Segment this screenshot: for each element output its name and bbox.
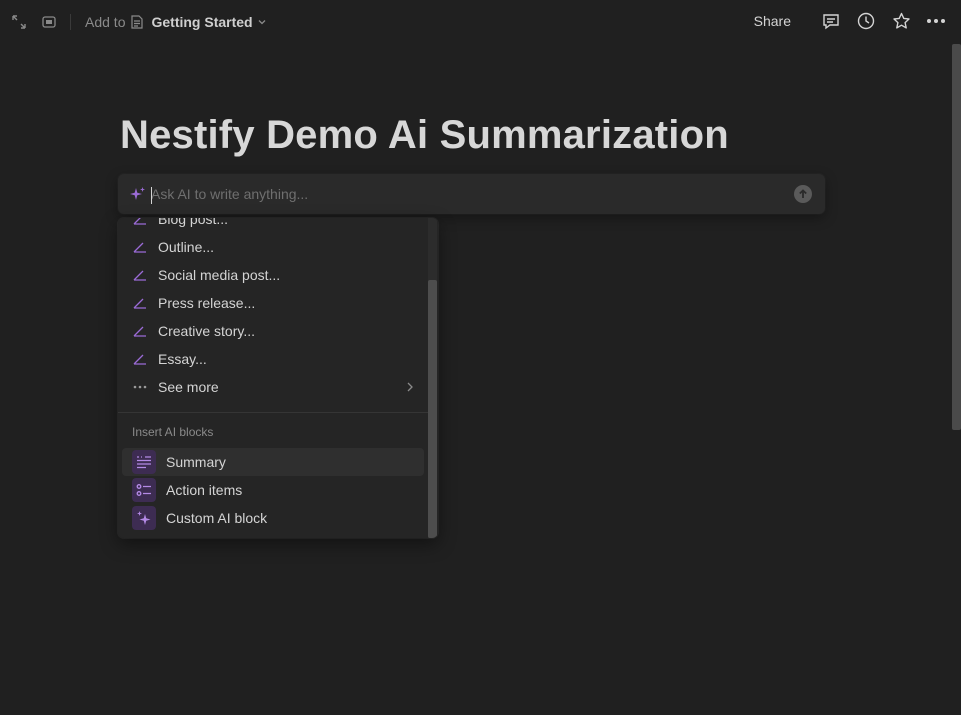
menu-item-label: Creative story... [158,323,255,339]
more-options-icon[interactable] [925,10,947,32]
breadcrumb-page[interactable]: Getting Started [151,14,252,30]
menu-item-label: Social media post... [158,267,281,283]
menu-scrollbar-thumb[interactable] [428,280,437,538]
section-heading-insert-ai-blocks: Insert AI blocks [132,425,214,439]
sparkle-icon [132,506,156,530]
menu-item-action-items[interactable]: Action items [122,476,424,504]
menu-item-label: Essay... [158,351,207,367]
menu-divider [118,412,428,413]
expand-icon[interactable] [8,11,30,33]
send-arrow-icon[interactable] [794,185,812,203]
topbar-left: Add to Getting Started [8,11,267,33]
ai-prompt-bar [118,174,825,214]
comment-icon[interactable] [820,10,842,32]
checklist-icon [132,478,156,502]
menu-item-custom-ai-block[interactable]: Custom AI block [122,504,424,532]
share-button[interactable]: Share [754,13,791,29]
menu-item-label: Summary [166,454,226,470]
ai-suggestions-menu: Blog post... Outline... Social media pos… [118,218,438,538]
chevron-right-icon [406,380,414,396]
menu-item-label: See more [158,379,219,395]
ai-prompt-input[interactable] [151,184,771,204]
ai-sparkle-icon [130,186,146,202]
topbar-divider [70,14,71,30]
star-icon[interactable] [890,10,912,32]
page-icon [131,14,145,30]
menu-item-label: Custom AI block [166,510,268,526]
ellipsis-icon [131,378,149,396]
summary-icon [132,450,156,474]
text-cursor [151,187,152,204]
menu-item-outline[interactable]: Outline... [122,233,424,261]
add-to-label: Add to [85,14,126,30]
pen-icon [131,294,149,312]
pen-icon [131,322,149,340]
chevron-down-icon[interactable] [257,17,267,27]
pen-icon [131,218,149,228]
menu-item-essay[interactable]: Essay... [122,345,424,373]
menu-item-label: Action items [166,482,243,498]
pen-icon [131,238,149,256]
menu-item-blog-post[interactable]: Blog post... [122,218,424,233]
menu-item-label: Outline... [158,239,215,255]
pen-icon [131,266,149,284]
pen-icon [131,350,149,368]
menu-item-label: Press release... [158,295,256,311]
menu-item-social-media-post[interactable]: Social media post... [122,261,424,289]
page-scrollbar[interactable] [952,44,961,430]
top-bar: Add to Getting Started Share [0,0,961,44]
topbar-right: Share [754,10,947,32]
page-title[interactable]: Nestify Demo Ai Summarization [120,113,729,158]
menu-item-label: Blog post... [158,218,229,227]
menu-item-see-more[interactable]: See more [122,373,424,401]
history-icon[interactable] [855,10,877,32]
menu-item-creative-story[interactable]: Creative story... [122,317,424,345]
peek-mode-icon[interactable] [38,11,60,33]
menu-item-summary[interactable]: Summary [122,448,424,476]
menu-item-press-release[interactable]: Press release... [122,289,424,317]
